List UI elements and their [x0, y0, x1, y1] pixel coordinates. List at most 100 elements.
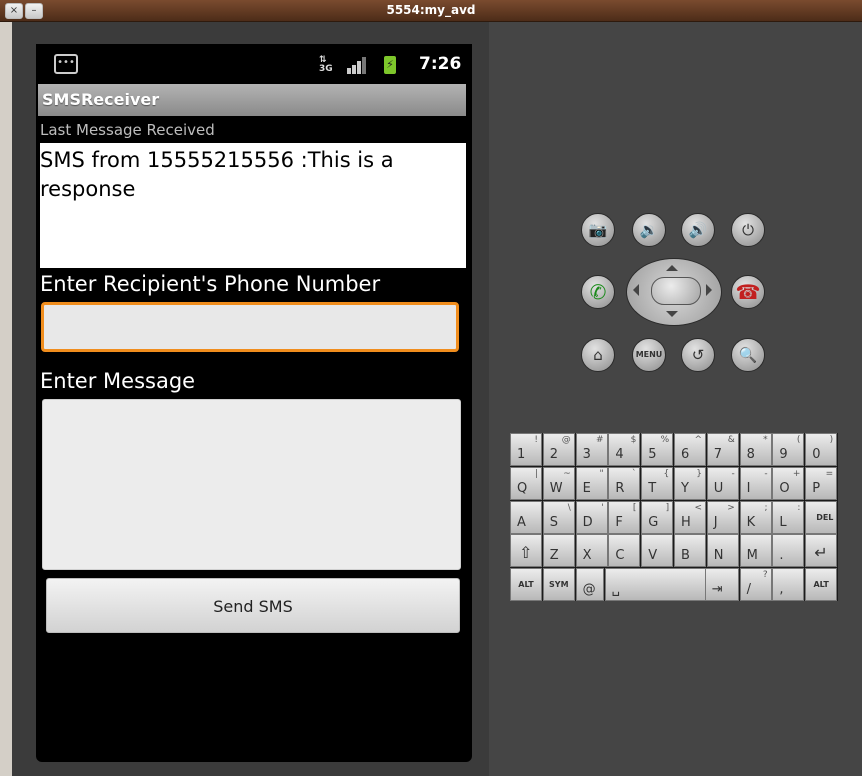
dpad-center-button[interactable]	[651, 277, 701, 305]
key-r[interactable]: R `	[608, 466, 641, 500]
key-z[interactable]: Z	[542, 534, 575, 568]
menu-button[interactable]: MENU	[632, 338, 666, 372]
dpad-down-icon[interactable]	[666, 311, 678, 317]
key-delete[interactable]: DEL	[805, 500, 838, 534]
key-sym[interactable]: SYM	[542, 568, 575, 602]
key-v[interactable]: V	[641, 534, 674, 568]
key-label: ↵	[814, 543, 828, 563]
key-5[interactable]: 5%	[641, 433, 674, 466]
key-label: 8	[746, 447, 755, 462]
key-1[interactable]: 1!	[510, 433, 542, 466]
call-button[interactable]: ✆	[581, 275, 615, 309]
phone-number-input[interactable]	[41, 302, 459, 352]
key-alt-label: -	[764, 468, 768, 479]
key-6[interactable]: 6 ^	[674, 433, 706, 466]
key-label: F	[615, 514, 623, 530]
dpad-right-icon[interactable]	[706, 284, 712, 296]
last-message-label: Last Message Received	[40, 121, 215, 139]
key-space[interactable]: ␣	[604, 568, 709, 602]
key-s[interactable]: S \	[542, 500, 575, 534]
key-label: ␣	[611, 582, 620, 598]
key-label: ALT	[813, 580, 829, 590]
key-j[interactable]: J >	[706, 500, 739, 534]
sms-notification-icon[interactable]: •••	[54, 54, 78, 74]
key-t[interactable]: T{	[641, 466, 674, 500]
key-label: @	[582, 582, 596, 598]
dpad-up-icon[interactable]	[666, 265, 678, 271]
key-k[interactable]: K;	[739, 500, 772, 534]
key-c[interactable]: C	[608, 534, 641, 568]
key-alt-label: "	[599, 468, 604, 479]
key-8[interactable]: 8 *	[739, 433, 772, 466]
key-.[interactable]: .	[772, 534, 805, 568]
key-label: N	[713, 548, 724, 564]
key-4[interactable]: 4 $	[608, 433, 641, 466]
key-x[interactable]: X	[575, 534, 608, 568]
send-sms-button[interactable]: Send SMS	[46, 578, 460, 633]
key-label: D	[582, 514, 593, 530]
key-label: 0	[812, 447, 821, 462]
key-3[interactable]: 3 #	[575, 433, 608, 466]
key-at[interactable]: @	[575, 568, 604, 602]
volume-down-button[interactable]: 🔉	[632, 213, 666, 247]
key-0[interactable]: 0)	[805, 433, 838, 466]
volume-up-button[interactable]: 🔊	[681, 213, 715, 247]
key-i[interactable]: I-	[739, 466, 772, 500]
volume-down-icon: 🔉	[639, 221, 659, 239]
key-label: 3	[582, 447, 591, 462]
key-alt-label: '	[601, 502, 604, 513]
phone-call-icon: ✆	[589, 280, 607, 304]
key-slash[interactable]: /?	[739, 568, 772, 602]
key-u[interactable]: U-	[706, 466, 739, 500]
key-g[interactable]: G]	[641, 500, 674, 534]
key-label: K	[746, 514, 756, 530]
message-input[interactable]	[42, 399, 461, 570]
key-label: Q	[517, 480, 528, 496]
end-call-icon: ☎	[735, 280, 761, 304]
key-label: J	[713, 514, 718, 530]
search-button[interactable]: 🔍	[731, 338, 765, 372]
key-a[interactable]: A	[510, 500, 542, 534]
key-label: ,	[779, 582, 784, 598]
key-y[interactable]: Y}	[674, 466, 706, 500]
key-alt-right[interactable]: ALT	[805, 568, 838, 602]
home-button[interactable]: ⌂	[581, 338, 615, 372]
key-alt-label: (	[796, 435, 801, 445]
key-q[interactable]: Q |	[510, 466, 542, 500]
key-comma[interactable]: ,	[772, 568, 805, 602]
key-alt-label: [	[632, 502, 637, 513]
key-alt-label: }	[696, 468, 702, 479]
key-m[interactable]: M	[739, 534, 772, 568]
key-label: I	[746, 480, 751, 496]
key-tab[interactable]: ⇥	[704, 568, 739, 602]
key-alt-label: &	[727, 435, 735, 445]
key-p[interactable]: P =	[805, 466, 838, 500]
key-label: L	[779, 514, 787, 530]
key-d[interactable]: D '	[575, 500, 608, 534]
window-title: 5554:my_avd	[386, 3, 476, 17]
key-f[interactable]: F[	[608, 500, 641, 534]
power-button[interactable]: ⏻	[731, 213, 765, 247]
key-label: /	[746, 582, 751, 598]
key-o[interactable]: O +	[772, 466, 805, 500]
key-n[interactable]: N	[706, 534, 739, 568]
key-alt-label: ;	[764, 502, 768, 513]
back-button[interactable]: ↺	[681, 338, 715, 372]
key-2[interactable]: 2 @	[542, 433, 575, 466]
end-call-button[interactable]: ☎	[731, 275, 765, 309]
key-l[interactable]: L:	[772, 500, 805, 534]
key-w[interactable]: W ~	[542, 466, 575, 500]
key-alt-left[interactable]: ALT	[510, 568, 542, 602]
key-7[interactable]: 7 &	[706, 433, 739, 466]
key-b[interactable]: B	[674, 534, 706, 568]
key-enter[interactable]: ↵	[805, 534, 838, 568]
dpad-left-icon[interactable]	[633, 284, 639, 296]
camera-button[interactable]: 📷	[581, 213, 615, 247]
key-shift[interactable]: ⇧	[510, 534, 542, 568]
key-9[interactable]: 9(	[772, 433, 805, 466]
key-alt-label: =	[825, 468, 834, 479]
app-title-bar: SMSReceiver	[38, 84, 466, 116]
key-h[interactable]: H <	[674, 500, 706, 534]
key-e[interactable]: E "	[575, 466, 608, 500]
key-label: Y	[681, 480, 689, 496]
